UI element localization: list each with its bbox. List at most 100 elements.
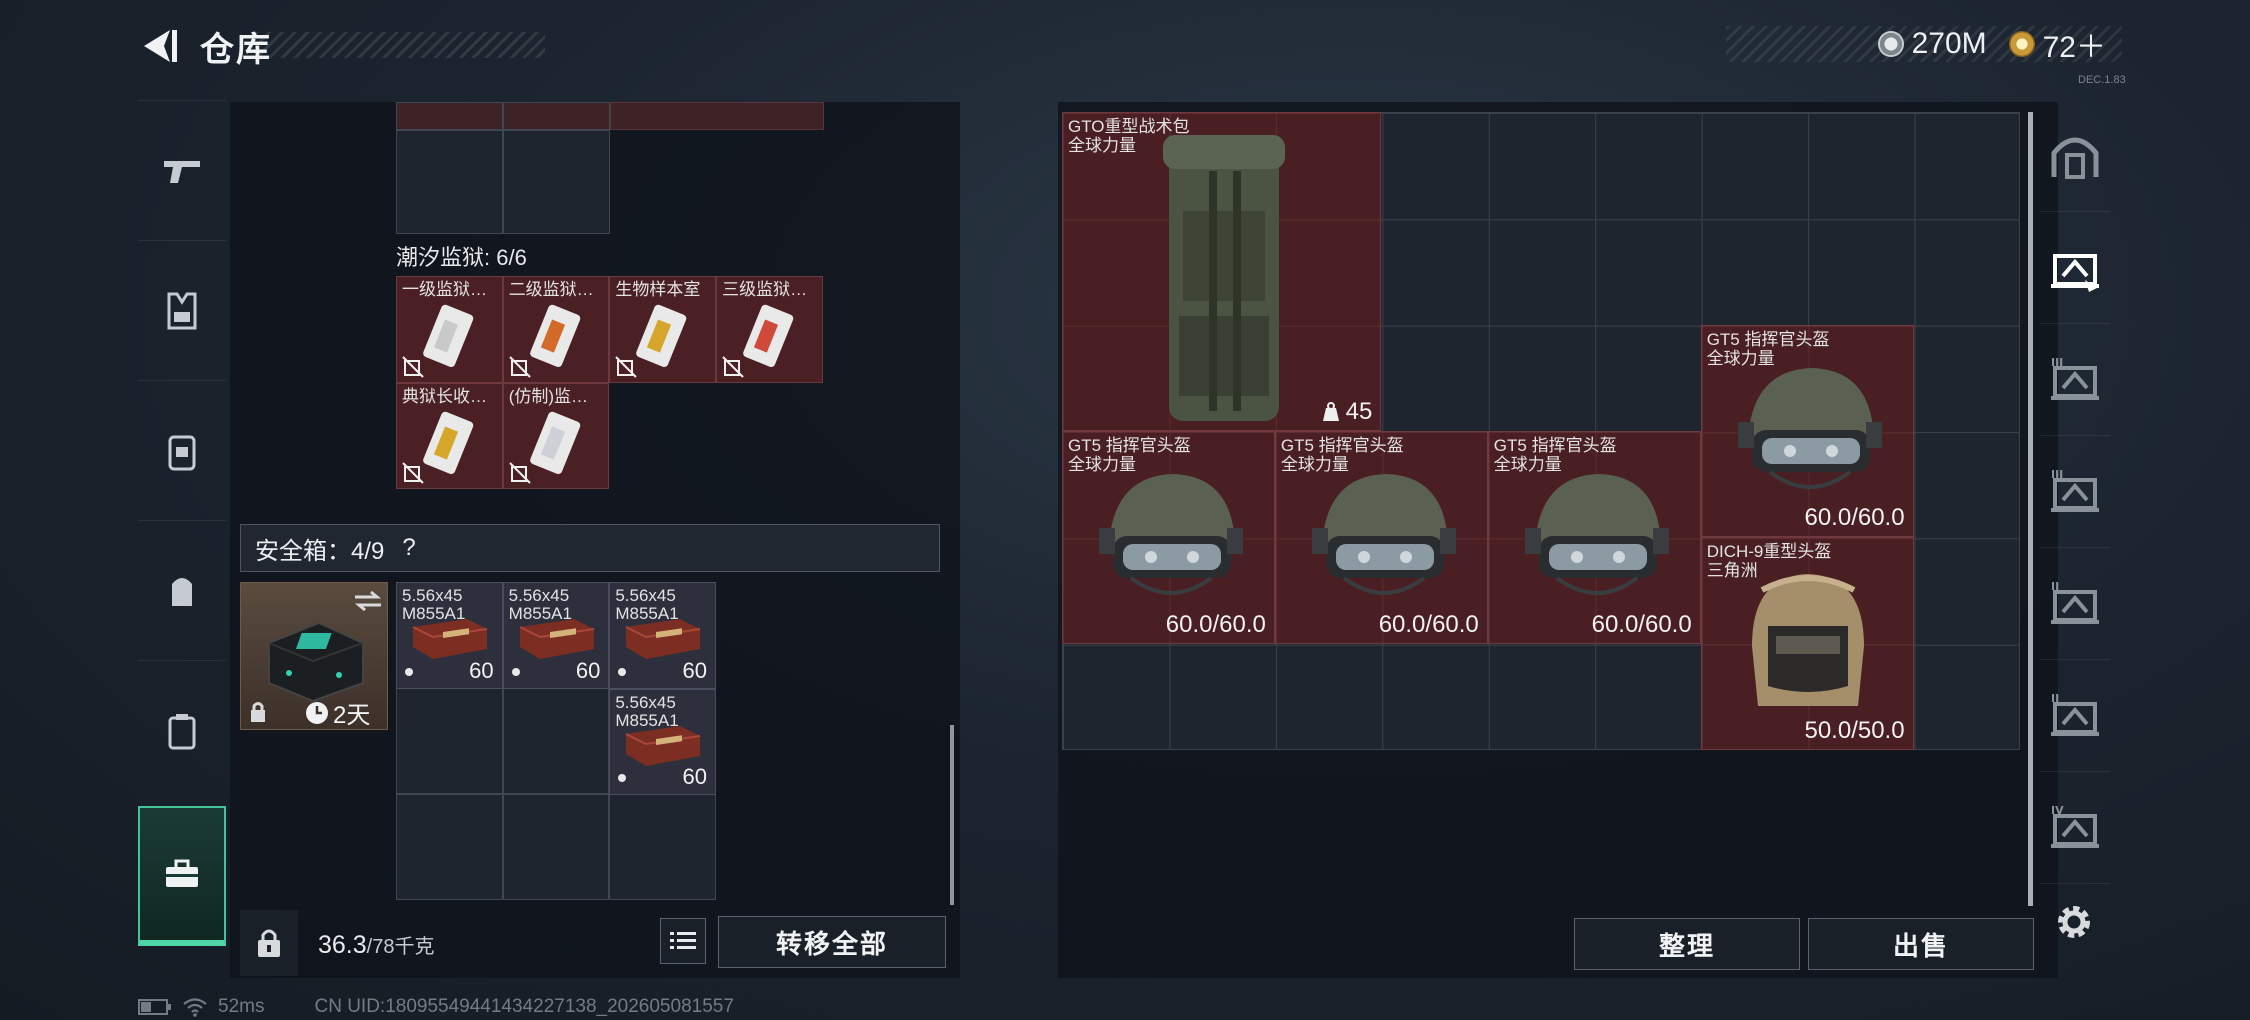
ammo-item[interactable]: 5.56x45 M855A1 60 [609, 688, 716, 796]
item-brand: 全球力量 [1280, 455, 1349, 475]
item-name-block: GT5 指挥官头盔 全球力量 [1707, 330, 1830, 368]
item-brand: 全球力量 [1068, 455, 1136, 475]
nav-cases[interactable] [138, 660, 226, 800]
page-number-label: III [2051, 356, 2063, 369]
item-name: 生物样本室 [615, 280, 701, 299]
warehouse-page-tab[interactable]: II [2040, 660, 2110, 772]
page-number-label: IV [2051, 804, 2064, 817]
storage-page-icon [2051, 253, 2099, 292]
sell-button[interactable]: 出售 [1808, 918, 2034, 970]
nav-safebox[interactable] [138, 806, 226, 946]
sort-button[interactable]: 整理 [1574, 918, 1800, 970]
warehouse-page-tab[interactable]: III [2040, 436, 2110, 548]
item-name: GT5 指挥官头盔 [1068, 436, 1191, 456]
warehouse-items: GTO重型战术包 全球力量 45 GT5 指挥官头盔 全球力量 60.0/60.0 GT5 … [1062, 112, 2020, 751]
ammo-item[interactable]: 5.56x45 M855A1 60 [396, 582, 503, 689]
ammo-count: 60 [682, 657, 707, 683]
ammo-count: 60 [575, 657, 601, 683]
prison-key-item[interactable]: 典狱长收… [396, 382, 503, 490]
padlock-icon [258, 929, 280, 957]
commander-helmet-icon [1099, 474, 1243, 596]
swap-icon[interactable] [353, 589, 383, 613]
ammo-item[interactable]: 5.56x45 M855A1 60 [609, 582, 716, 689]
durability-value: 60.0/60.0 [1804, 504, 1905, 532]
item-name: 典狱长收… [402, 386, 487, 406]
item-brand: 全球力量 [1068, 136, 1136, 155]
safebox-case-icon [268, 621, 364, 703]
ammo-dot-icon [618, 774, 627, 783]
token-balance[interactable]: 72＋ [2008, 22, 2106, 66]
heavy-helmet-icon [1751, 574, 1864, 707]
item-brand: 全球力量 [1706, 348, 1775, 368]
nav-weapons[interactable] [138, 100, 226, 240]
ammo-items: 5.56x45 M855A1 60 5.56x45 M855A1 60 5.56x45 … [396, 582, 716, 900]
list-view-button[interactable] [660, 918, 706, 964]
warehouse-page-tab[interactable]: III [2040, 324, 2110, 436]
prison-key-item[interactable]: 二级监狱… [502, 276, 610, 383]
warehouse-page-tab[interactable] [2040, 212, 2110, 324]
warehouse-scrollbar[interactable] [2028, 112, 2033, 906]
nav-armor[interactable] [138, 240, 226, 380]
no-drop-icon [615, 355, 638, 378]
helmet-item[interactable]: GT5 指挥官头盔 全球力量 60.0/60.0 [1062, 431, 1275, 644]
page-number-label: III [2051, 468, 2063, 481]
nav-backpacks[interactable] [138, 380, 226, 520]
ammo-name: 5.56x45 M855A1 [402, 586, 466, 623]
status-footer: 52ms CN UID:18095549441434227138_2026050… [138, 996, 734, 1018]
warehouse-page-tab[interactable]: II [2040, 548, 2110, 660]
item-name: 三级监狱… [722, 280, 808, 299]
ammo-item[interactable]: 5.56x45 M855A1 60 [502, 582, 610, 689]
tactical-backpack-icon [1163, 135, 1285, 421]
coin-balance[interactable]: 270M [1877, 27, 1987, 61]
helmet-item[interactable]: GT5 指挥官头盔 全球力量 60.0/60.0 [1487, 431, 1701, 644]
wifi-icon [183, 998, 207, 1017]
ping-text: 52ms [218, 996, 265, 1017]
lock-toggle-button[interactable] [240, 910, 298, 976]
ammo-count: 60 [682, 764, 707, 790]
grid-cell[interactable] [396, 130, 503, 234]
version-label: DEC.1.83 [2078, 74, 2126, 86]
safebox-timer-text: 2天 [333, 702, 371, 729]
prison-key-item[interactable]: 三级监狱… [716, 276, 823, 383]
backpack-item[interactable]: GTO重型战术包 全球力量 45 [1062, 112, 1382, 432]
warehouse-page-tab[interactable] [2040, 100, 2110, 212]
page-number-label: II [2051, 580, 2059, 593]
no-drop-icon [508, 462, 531, 485]
helmet-item[interactable]: DICH-9重型头盔 三角洲 50.0/50.0 [1700, 537, 1914, 751]
grid-cell[interactable] [503, 130, 610, 234]
grid-cell[interactable] [503, 102, 610, 130]
settings-button[interactable] [2052, 900, 2096, 944]
durability-value: 60.0/60.0 [1378, 610, 1479, 638]
safebox-help-button[interactable]: ? [392, 534, 415, 562]
grid-cell[interactable] [396, 102, 503, 130]
token-icon [2008, 31, 2035, 57]
case-icon [168, 713, 196, 749]
ammo-name: 5.56x45 M855A1 [615, 692, 679, 730]
prison-key-item[interactable]: 生物样本室 [609, 276, 717, 383]
item-name: 一级监狱… [402, 280, 487, 299]
prison-key-item[interactable]: 一级监狱… [396, 276, 503, 383]
storage-page-4-icon: IV [2051, 804, 2099, 848]
weight-value: 36.3 [318, 931, 367, 959]
container-item-partial[interactable] [610, 102, 824, 130]
prison-key-item[interactable]: (仿制)监… [502, 382, 610, 490]
capacity-value: 45 [1345, 398, 1373, 426]
back-button[interactable] [138, 24, 182, 68]
inventory-scrollbar[interactable] [950, 725, 954, 905]
prison-section-label: 潮汐监狱: 6/6 [396, 245, 527, 270]
warehouse-page-tab[interactable]: IV [2040, 772, 2110, 884]
safebox-item[interactable]: 2天 [240, 582, 388, 730]
no-drop-icon [402, 462, 424, 485]
transfer-all-button[interactable]: 转移全部 [718, 916, 946, 968]
weight-icon [1322, 402, 1339, 422]
pistol-icon [164, 160, 200, 183]
helmet-item[interactable]: GT5 指挥官头盔 全球力量 60.0/60.0 [1274, 431, 1488, 644]
storage-page-3-icon: III [2051, 356, 2099, 400]
ammo-dot-icon [405, 667, 413, 676]
helmet-item[interactable]: GT5 指挥官头盔 全球力量 60.0/60.0 [1700, 324, 1914, 538]
keycard-icon [423, 304, 474, 367]
container-grid-previous [396, 102, 610, 234]
commander-helmet-icon [1524, 474, 1669, 596]
nav-pouches[interactable] [138, 520, 226, 660]
pouch-icon [172, 577, 192, 606]
